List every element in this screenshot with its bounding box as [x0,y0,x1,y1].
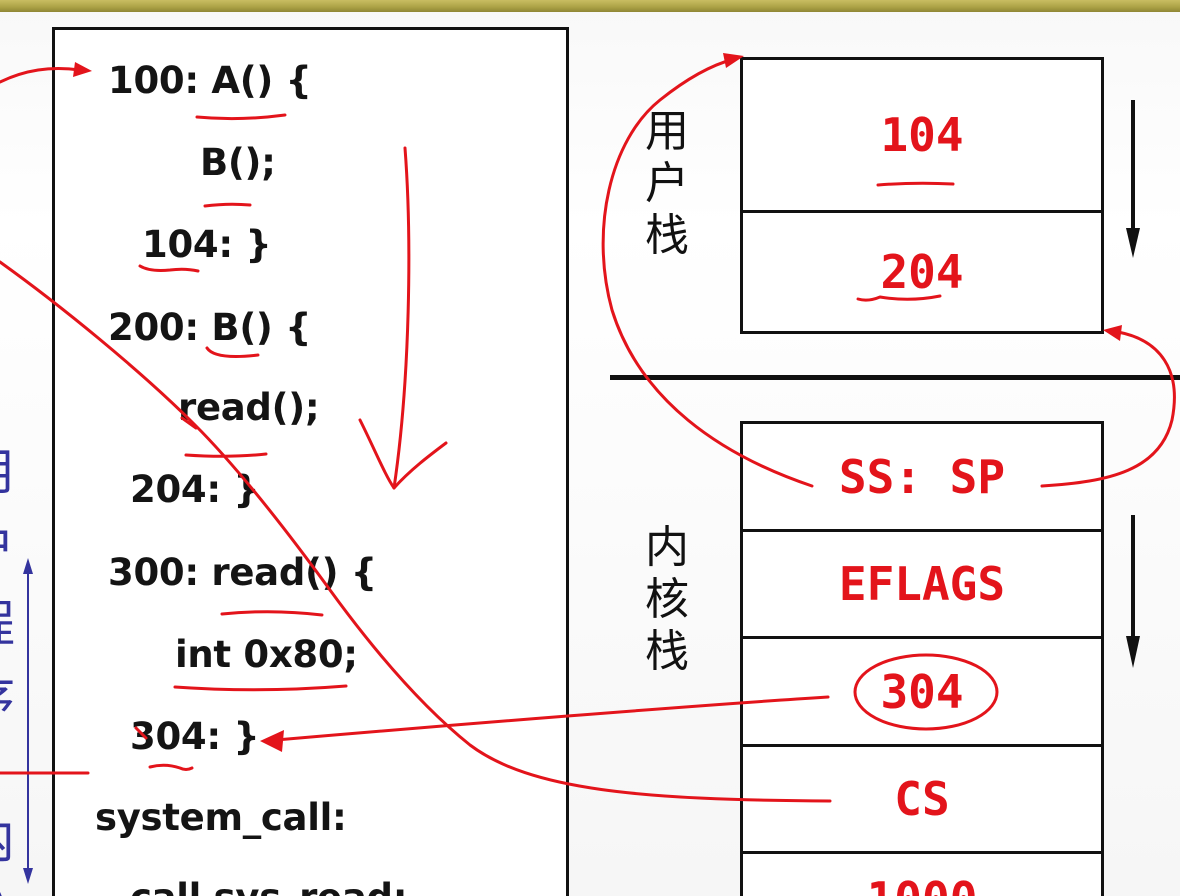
code-line: 300: read() { [108,551,377,594]
user-stack-cell: 104 [743,60,1101,213]
edge-label-lower: 内核 [0,802,15,896]
kernel-stack-cell: CS [743,747,1101,854]
user-stack-label: 用户栈 [645,106,689,261]
kernel-stack: SS: SP EFLAGS 304 CS 1000 [740,421,1104,896]
edge-label-upper-text: 用户程序 [0,434,15,738]
edge-label-upper: 用户程序 [0,434,15,738]
user-stack-value: 204 [880,245,964,299]
code-line: read(); [178,386,320,429]
kernel-stack-value: EFLAGS [838,557,1006,611]
code-line: 304: } [130,715,260,758]
top-bar [0,0,1180,12]
kernel-stack-cell: EFLAGS [743,532,1101,639]
kernel-stack-label: 内核栈 [645,522,689,677]
kernel-stack-value: SS: SP [838,449,1006,504]
kernel-stack-cell: 1000 [743,854,1101,896]
code-line: system_call: [95,796,347,839]
code-line: 100: A() { [108,59,312,102]
slide: 用户程序 内核 100: A() { B(); 104: } 200: B() … [0,0,1180,896]
user-stack: 104 204 [740,57,1104,334]
kernel-stack-cell: SS: SP [743,424,1101,532]
code-box: 100: A() { B(); 104: } 200: B() { read()… [52,27,569,896]
kernel-stack-value: 304 [880,664,964,719]
double-arrow-vertical-icon [23,558,33,884]
arrow-down-icon [1126,100,1140,258]
edge-label-lower-text: 内核 [0,802,15,896]
arrow-down-icon [1126,515,1140,668]
kernel-stack-value: CS [894,772,950,826]
code-line: 104: } [142,223,272,266]
code-line: call sys_read; [130,879,407,896]
kernel-stack-cell: 304 [743,639,1101,747]
code-line: 200: B() { [108,306,312,349]
code-line: int 0x80; [175,633,358,676]
kernel-stack-value: 1000 [867,876,978,896]
code-line: 204: } [130,468,260,511]
code-line: B(); [200,141,276,184]
user-stack-cell: 204 [743,213,1101,331]
user-stack-value: 104 [880,108,964,162]
user-kernel-divider [610,375,1180,380]
